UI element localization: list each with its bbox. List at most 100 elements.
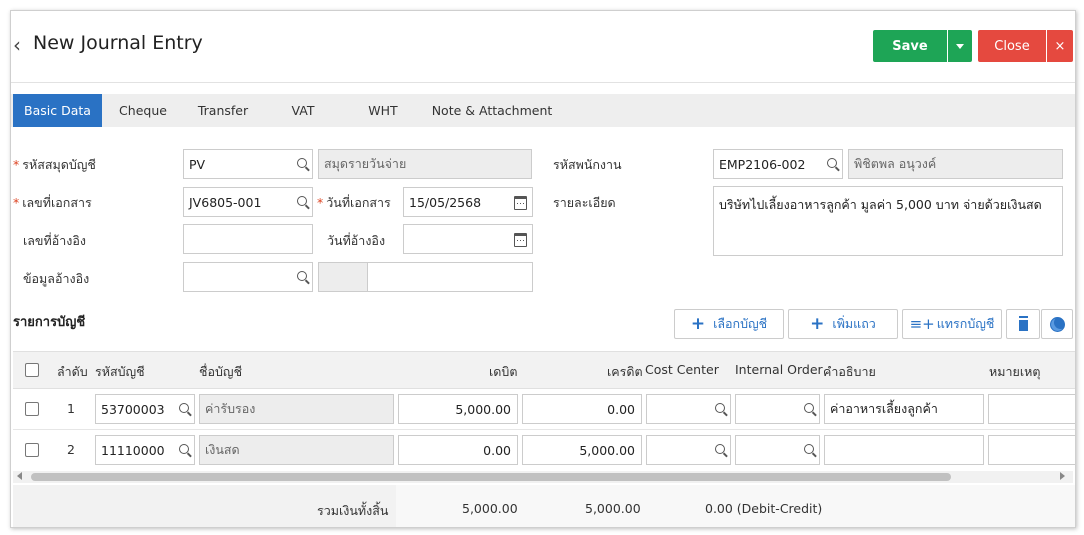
ref-no-label: เลขที่อ้างอิง: [23, 233, 86, 248]
plus-icon: +: [690, 313, 706, 334]
row-checkbox[interactable]: [25, 402, 39, 416]
col-description: คำอธิบาย: [823, 364, 876, 379]
back-icon[interactable]: ‹: [13, 33, 21, 57]
row-remark-input[interactable]: [988, 435, 1075, 465]
row-description-input[interactable]: ค่าอาหารเลี้ยงลูกค้า: [824, 394, 984, 424]
tab-transfer[interactable]: Transfer: [183, 94, 263, 127]
journal-code-value: PV: [189, 156, 206, 172]
select-all-checkbox[interactable]: [25, 363, 39, 377]
row-account-name-field: เงินสด: [199, 435, 394, 465]
col-credit: เครดิต: [607, 364, 643, 379]
ref-info-name-field[interactable]: [367, 262, 533, 292]
row-account-name-field: ค่ารับรอง: [199, 394, 394, 424]
col-internal-order: Internal Order: [735, 362, 823, 377]
ref-info-label: ข้อมูลอ้างอิง: [23, 271, 90, 286]
tab-note-attachment[interactable]: Note & Attachment: [425, 94, 559, 127]
save-dropdown-button[interactable]: [948, 30, 972, 62]
search-icon[interactable]: [179, 403, 189, 413]
trash-icon: [1018, 317, 1028, 331]
row-credit-input[interactable]: 5,000.00: [522, 435, 642, 465]
row-description-input[interactable]: [824, 435, 984, 465]
journal-name-value: สมุดรายวันจ่าย: [324, 156, 407, 171]
row-account-code-value: 53700003: [101, 401, 165, 417]
ref-info-input[interactable]: [183, 262, 313, 292]
col-account-code: รหัสบัญชี: [95, 364, 145, 379]
row-seq: 2: [67, 442, 75, 457]
ref-date-input[interactable]: [403, 224, 533, 254]
search-icon[interactable]: [297, 196, 307, 206]
row-account-code-input[interactable]: 11110000: [95, 435, 195, 465]
row-internal-order-input[interactable]: [735, 394, 820, 424]
journal-code-input[interactable]: PV: [183, 149, 313, 179]
search-icon[interactable]: [297, 271, 307, 281]
search-icon[interactable]: [179, 444, 189, 454]
ref-no-input[interactable]: [183, 224, 313, 254]
employee-name-value: พิชิตพล อนุวงค์: [854, 156, 937, 171]
plus-icon: +: [810, 313, 825, 334]
doc-date-input[interactable]: 15/05/2568: [403, 187, 533, 217]
row-credit-value: 5,000.00: [579, 442, 635, 458]
ref-info-code-field: [318, 262, 368, 292]
page-title: New Journal Entry: [33, 32, 203, 54]
row-debit-input[interactable]: 5,000.00: [398, 394, 518, 424]
search-icon[interactable]: [715, 403, 725, 413]
tab-cheque[interactable]: Cheque: [105, 94, 181, 127]
doc-no-label: * เลขที่เอกสาร: [13, 195, 92, 210]
totals-credit: 5,000.00: [585, 501, 641, 516]
accounts-grid-header: ลำดับ รหัสบัญชี ชื่อบัญชี เดบิต เครดิต C…: [13, 351, 1075, 389]
list-add-icon: ≡+: [909, 315, 935, 333]
calendar-icon[interactable]: [514, 233, 527, 247]
search-icon[interactable]: [804, 403, 814, 413]
row-cost-center-input[interactable]: [646, 435, 731, 465]
search-icon[interactable]: [715, 444, 725, 454]
row-credit-value: 0.00: [607, 401, 635, 417]
row-divider: [13, 429, 1075, 430]
tab-bar: Basic Data Cheque Transfer VAT WHT Note …: [11, 94, 1075, 127]
close-button[interactable]: Close: [978, 30, 1046, 62]
tab-basic-data[interactable]: Basic Data: [13, 94, 102, 127]
caret-down-icon: [956, 43, 964, 49]
row-cost-center-input[interactable]: [646, 394, 731, 424]
tab-vat[interactable]: VAT: [265, 94, 341, 127]
totals-debit: 5,000.00: [462, 501, 518, 516]
row-checkbox[interactable]: [25, 443, 39, 457]
row-account-name-value: ค่ารับรอง: [205, 401, 256, 416]
doc-date-label: * วันที่เอกสาร: [317, 195, 391, 210]
ref-date-label: วันที่อ้างอิง: [327, 233, 386, 248]
search-icon[interactable]: [804, 444, 814, 454]
row-account-code-value: 11110000: [101, 442, 165, 458]
search-icon[interactable]: [827, 158, 837, 168]
employee-code-input[interactable]: EMP2106-002: [713, 149, 843, 179]
journal-code-label: * รหัสสมุดบัญชี: [13, 157, 96, 172]
insert-account-button[interactable]: ≡+ แทรกบัญชี: [902, 309, 1002, 339]
row-account-code-input[interactable]: 53700003: [95, 394, 195, 424]
globe-button[interactable]: [1041, 309, 1073, 339]
row-internal-order-input[interactable]: [735, 435, 820, 465]
col-account-name: ชื่อบัญชี: [199, 364, 243, 379]
detail-textarea[interactable]: บริษัทไปเลี้ยงอาหารลูกค้า มูลค่า 5,000 บ…: [713, 186, 1063, 256]
tab-wht[interactable]: WHT: [345, 94, 421, 127]
row-seq: 1: [67, 401, 75, 416]
row-credit-input[interactable]: 0.00: [522, 394, 642, 424]
add-row-button[interactable]: + เพิ่มแถว: [788, 309, 898, 339]
row-debit-input[interactable]: 0.00: [398, 435, 518, 465]
doc-no-value: JV6805-001: [189, 194, 262, 210]
col-debit: เดบิต: [489, 364, 518, 379]
select-account-button[interactable]: + เลือกบัญชี: [674, 309, 784, 339]
calendar-icon[interactable]: [514, 196, 527, 210]
scrollbar-thumb[interactable]: [31, 473, 951, 481]
save-button[interactable]: Save: [873, 30, 947, 62]
search-icon[interactable]: [297, 158, 307, 168]
globe-icon: [1049, 316, 1065, 332]
scroll-right-icon[interactable]: [1060, 472, 1065, 480]
close-icon: ×: [1054, 38, 1066, 54]
journal-entry-window: ‹ New Journal Entry Save Close × Basic D…: [10, 10, 1076, 528]
row-account-name-value: เงินสด: [205, 442, 240, 457]
close-x-button[interactable]: ×: [1047, 30, 1073, 62]
row-remark-input[interactable]: [988, 394, 1075, 424]
doc-no-input[interactable]: JV6805-001: [183, 187, 313, 217]
employee-code-label: รหัสพนักงาน: [553, 157, 622, 172]
delete-button[interactable]: [1006, 309, 1040, 339]
row-description-value: ค่าอาหารเลี้ยงลูกค้า: [830, 401, 938, 416]
scroll-left-icon[interactable]: [17, 472, 22, 480]
